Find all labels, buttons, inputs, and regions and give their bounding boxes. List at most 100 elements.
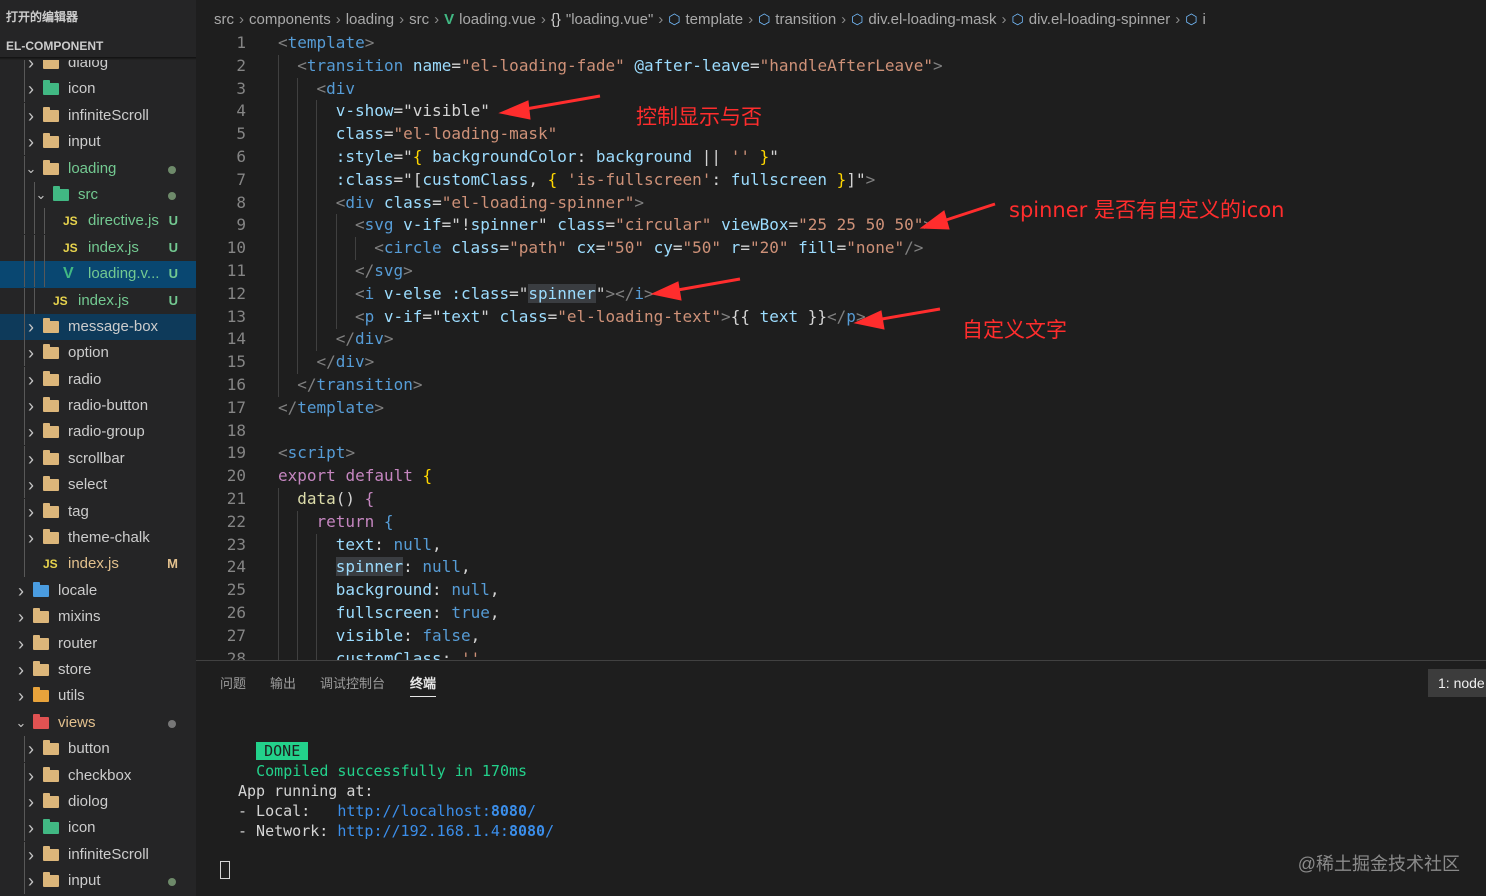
tree-item[interactable]: ⌄ loading (0, 155, 196, 182)
code-token: </ (354, 261, 375, 280)
tab-problems[interactable]: 问题 (220, 673, 246, 692)
chevron-down-icon[interactable]: ⌄ (14, 710, 28, 736)
network-port[interactable]: 8080 (509, 822, 545, 840)
tree-item[interactable]: › theme-chalk (0, 525, 196, 552)
project-header[interactable]: EL-COMPONENT (0, 32, 196, 60)
tree-item[interactable]: › message-box (0, 313, 196, 341)
code-token: : (432, 580, 452, 600)
tree-item[interactable]: › infiniteScroll (0, 841, 196, 868)
chevron-down-icon[interactable]: ⌄ (34, 182, 48, 208)
tree-item-label: select (68, 476, 108, 494)
chevron-right-icon[interactable]: › (14, 657, 28, 683)
tree-item[interactable]: Vloading.v... U (0, 261, 196, 288)
tab-debug-console[interactable]: 调试控制台 (320, 673, 385, 692)
indent-guide (278, 260, 279, 283)
folder-icon (33, 634, 49, 650)
tree-item[interactable]: › input (0, 129, 196, 156)
chevron-right-icon[interactable]: › (14, 631, 28, 657)
chevron-right-icon[interactable]: › (24, 367, 38, 393)
code-text: </svg> (355, 260, 413, 283)
breadcrumb-item[interactable]: src (409, 11, 429, 28)
local-url[interactable]: http://localhost: (337, 802, 491, 820)
local-url-suffix[interactable]: / (527, 802, 536, 820)
tree-item[interactable]: › scrollbar (0, 445, 196, 472)
chevron-right-icon[interactable]: › (14, 578, 28, 604)
code-token: > (364, 352, 375, 372)
tree-item[interactable]: JS index.js U (0, 287, 196, 314)
chevron-right-icon[interactable]: › (24, 868, 38, 894)
tree-item[interactable]: ⌄ src (0, 181, 196, 208)
tree-item[interactable]: › radio-button (0, 393, 196, 420)
chevron-right-icon[interactable]: › (24, 815, 38, 841)
tree-item[interactable]: ⌄ views (0, 710, 196, 736)
indent-guide (354, 237, 356, 261)
tree-item[interactable]: › store (0, 657, 196, 683)
breadcrumb-item[interactable]: div.el-loading-spinner (1029, 11, 1170, 28)
breadcrumb-item[interactable]: i (1202, 11, 1205, 28)
chevron-right-icon[interactable]: › (24, 314, 38, 340)
chevron-right-icon[interactable]: › (24, 393, 38, 419)
chevron-right-icon[interactable]: › (24, 525, 38, 551)
chevron-right-icon[interactable]: › (24, 499, 38, 525)
tree-item[interactable]: › icon (0, 76, 196, 103)
chevron-right-icon[interactable]: › (24, 472, 38, 498)
tree-item[interactable]: › router (0, 631, 196, 657)
tree-item[interactable]: JS directive.js U (0, 208, 196, 235)
breadcrumb-item[interactable]: "loading.vue" (566, 11, 653, 28)
breadcrumb-item[interactable]: components (249, 11, 331, 28)
chevron-right-icon[interactable]: › (14, 683, 28, 709)
local-port[interactable]: 8080 (491, 802, 527, 820)
compiled-text: Compiled successfully in 170ms (256, 762, 528, 780)
git-status-badge: U (168, 292, 178, 308)
chevron-right-icon[interactable]: › (24, 340, 38, 366)
js-file-icon: JS (63, 240, 78, 255)
chevron-right-icon[interactable]: › (24, 789, 38, 815)
open-editors-header[interactable]: 打开的编辑器 (0, 4, 196, 30)
chevron-right-icon[interactable]: › (24, 76, 38, 102)
tree-item[interactable]: › select (0, 472, 196, 499)
breadcrumb-item[interactable]: src (214, 11, 234, 28)
tab-terminal[interactable]: 终端 (410, 673, 437, 697)
chevron-right-icon[interactable]: › (24, 736, 38, 762)
tree-item[interactable]: › mixins (0, 604, 196, 630)
chevron-right-icon[interactable]: › (24, 103, 38, 129)
tree-item[interactable]: › utils (0, 683, 196, 709)
tree-item[interactable]: JS index.js U (0, 234, 196, 261)
network-url-suffix[interactable]: / (545, 822, 554, 840)
tree-item[interactable]: › locale (0, 578, 196, 604)
breadcrumb-item[interactable]: loading (346, 11, 394, 28)
tree-item[interactable]: › option (0, 340, 196, 367)
indent-guide (278, 624, 279, 648)
code-editor[interactable]: 1 <template> 2 <transition name="el-loading… (196, 32, 1486, 660)
tree-item[interactable]: › icon (0, 815, 196, 842)
chevron-right-icon[interactable]: › (24, 446, 38, 472)
chevron-right-icon[interactable]: › (24, 419, 38, 445)
breadcrumb-item[interactable]: transition (775, 11, 836, 28)
chevron-right-icon[interactable]: › (24, 842, 38, 868)
code-token: div (326, 78, 356, 98)
tree-item[interactable]: › diolog (0, 788, 196, 815)
terminal-select[interactable]: 1: node (1428, 669, 1486, 697)
tree-item[interactable]: › infiniteScroll (0, 102, 196, 129)
tree-item[interactable]: › checkbox (0, 762, 196, 789)
line-number: 16 (226, 375, 246, 394)
breadcrumb-item[interactable]: template (686, 11, 744, 28)
network-url[interactable]: http://192.168.1.4: (337, 822, 509, 840)
chevron-right-icon[interactable]: › (24, 129, 38, 155)
chevron-down-icon[interactable]: ⌄ (24, 156, 38, 182)
code-token: export (278, 466, 336, 486)
tree-item[interactable]: › radio-group (0, 419, 196, 446)
tree-item[interactable]: JS index.js M (0, 551, 196, 578)
tree-item[interactable]: › radio (0, 366, 196, 393)
tree-item-label: router (58, 634, 98, 652)
chevron-right-icon[interactable]: › (24, 763, 38, 789)
tree-item[interactable]: › tag (0, 498, 196, 525)
tab-output[interactable]: 输出 (270, 673, 296, 692)
chevron-right-icon[interactable]: › (14, 604, 28, 630)
tree-item[interactable]: › input (0, 868, 196, 895)
tree-item[interactable]: › button (0, 736, 196, 763)
breadcrumb-item[interactable]: div.el-loading-mask (868, 11, 996, 28)
code-line: 1 <template> (196, 32, 1486, 55)
breadcrumb-item[interactable]: loading.vue (459, 11, 536, 28)
